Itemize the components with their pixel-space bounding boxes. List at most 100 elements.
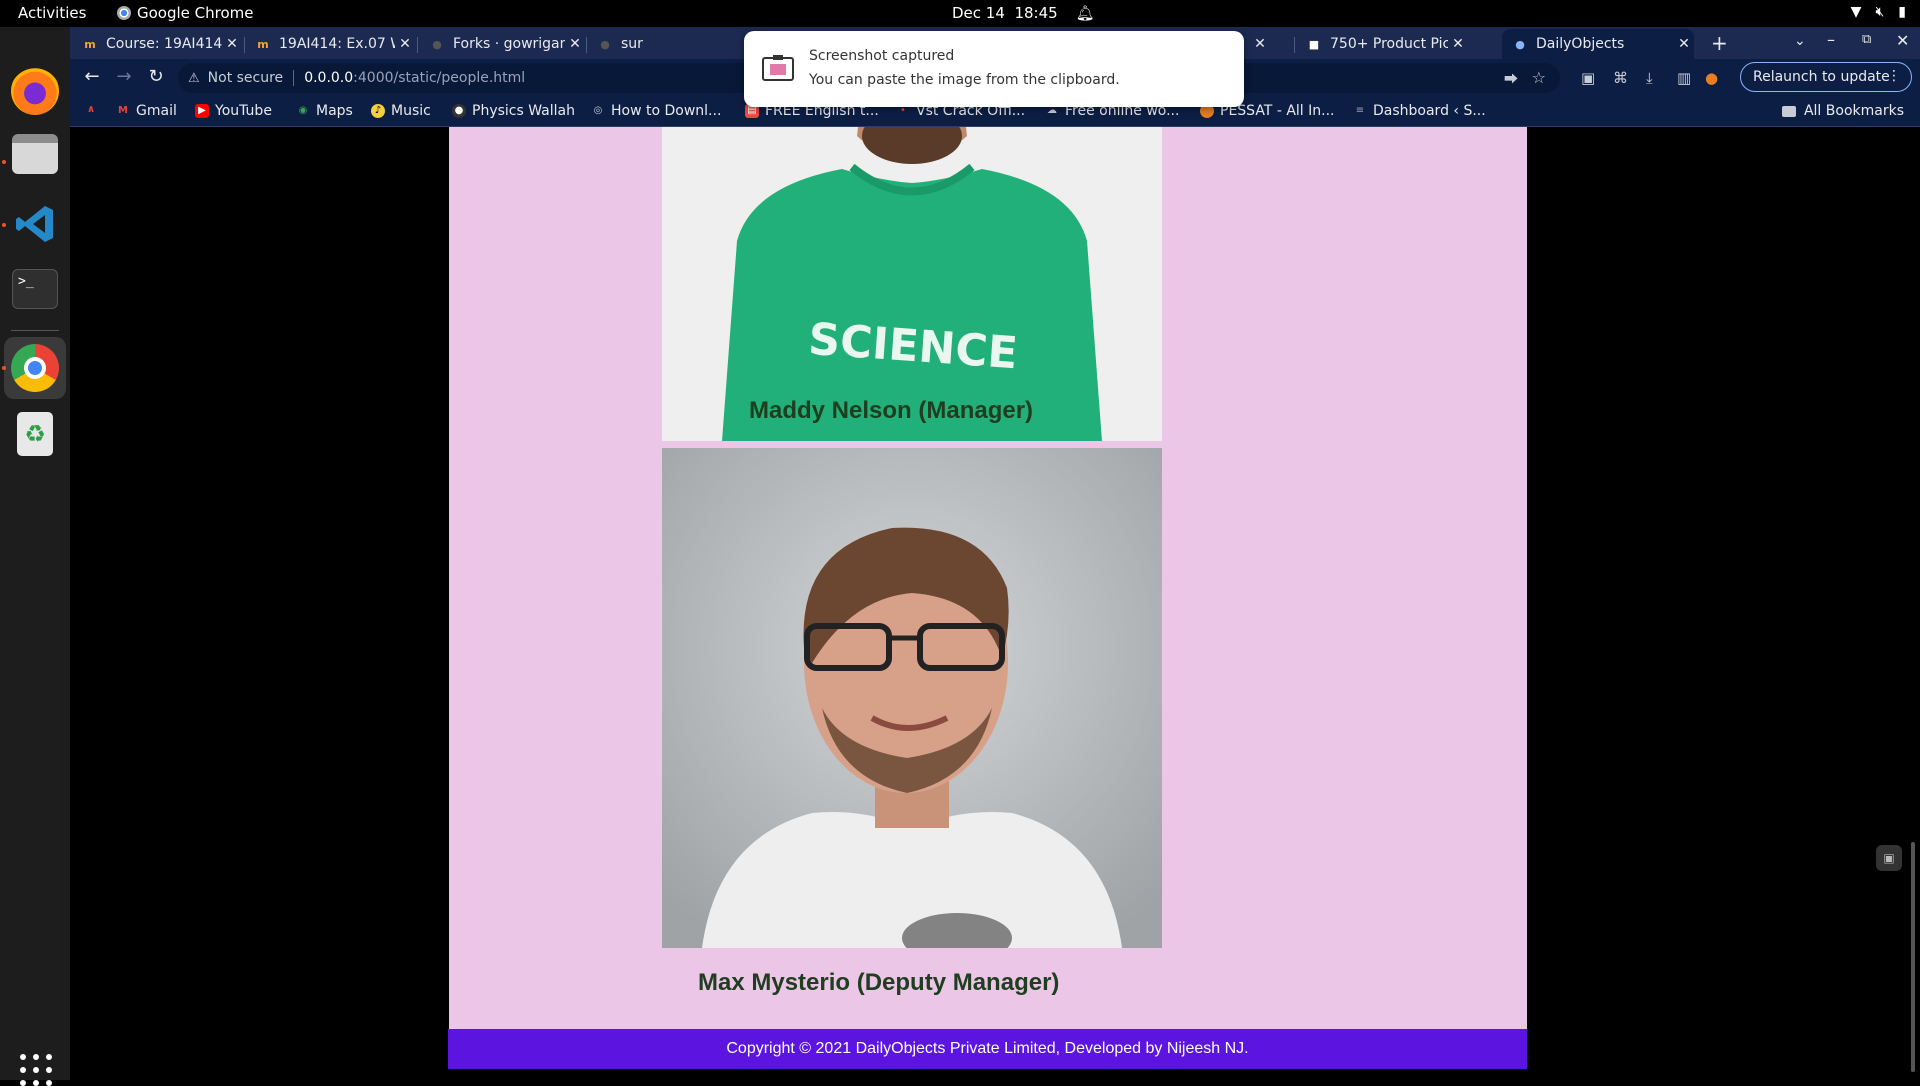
footer-text: Copyright © 2021 DailyObjects Private Li… (726, 1040, 1249, 1057)
all-bookmarks-label: All Bookmarks (1803, 103, 1904, 119)
screenshot-notification[interactable]: Screenshot captured You can paste the im… (744, 31, 1244, 107)
bookmark-music[interactable]: ♪ Music (371, 103, 431, 119)
avatar[interactable]: ● (1705, 69, 1718, 87)
security-label[interactable]: Not secure (208, 70, 284, 86)
side-widget-icon[interactable]: ▣ (1876, 845, 1902, 871)
moodle-icon: m (84, 37, 96, 51)
app-menu[interactable]: Google Chrome (117, 4, 254, 22)
clock-date: Dec 14 (952, 4, 1005, 22)
tab[interactable]: m 19AI414: Ex.07 Web ✕ (245, 29, 415, 59)
bookmark-how-to-download[interactable]: ◎ How to Downl... (591, 103, 722, 119)
terminal-icon[interactable]: >_ (12, 269, 58, 309)
relaunch-label: Relaunch to update (1753, 69, 1890, 85)
kebab-menu-icon[interactable]: ⋮ (1887, 68, 1901, 84)
bookmark-label: Gmail (136, 103, 177, 119)
share-icon[interactable]: ⮕ (1504, 69, 1518, 89)
music-icon: ♪ (371, 104, 385, 118)
bookmark-label: Maps (316, 103, 353, 119)
scrollbar[interactable] (1907, 127, 1920, 1080)
side-panel-icon[interactable]: ▥ (1677, 69, 1691, 87)
back-icon[interactable]: ← (80, 66, 104, 87)
warning-icon[interactable]: ⚠ (188, 71, 200, 86)
relaunch-button[interactable]: Relaunch to update ⋮ (1740, 62, 1912, 92)
apps-icon: ∧ (86, 104, 96, 115)
close-tab-icon[interactable]: ✕ (395, 36, 415, 52)
pw-icon: ● (452, 104, 466, 118)
bookmark-gmail[interactable]: M Gmail (116, 103, 177, 119)
chevron-down-icon[interactable]: ⌄ (1794, 33, 1806, 49)
gmail-icon: M (118, 105, 128, 116)
tab[interactable]: m Course: 19AI414-Fu ✕ (72, 29, 242, 59)
star-icon[interactable]: ☆ (1532, 68, 1546, 87)
bookmark-label: Physics Wallah (472, 103, 575, 119)
url-path: :4000/static/people.html (353, 70, 526, 86)
close-tab-icon[interactable]: ✕ (222, 36, 242, 52)
app-menu-label: Google Chrome (137, 4, 254, 22)
new-tab-icon[interactable]: + (1711, 31, 1728, 55)
chrome-window: m Course: 19AI414-Fu ✕ m 19AI414: Ex.07 … (70, 27, 1920, 1080)
url-host: 0.0.0.0 (304, 70, 354, 86)
download-icon[interactable]: ⤓ (1646, 69, 1653, 87)
github-icon: ● (432, 37, 442, 51)
globe-icon: ● (1515, 37, 1525, 51)
system-tray[interactable]: ▼ 🔇︎ ▮ (1851, 4, 1906, 20)
tab-title: Course: 19AI414-Fu (106, 36, 222, 52)
bell-icon: 🔔︎ (1075, 4, 1095, 22)
maximize-icon[interactable]: ⧉ (1862, 32, 1871, 47)
scroll-thumb[interactable] (1911, 842, 1915, 1072)
wifi-icon: ▼ (1850, 4, 1862, 20)
bookmark-label: Music (391, 103, 431, 119)
files-icon[interactable] (12, 134, 58, 174)
tab[interactable]: ● sur (587, 29, 657, 59)
page-footer: Copyright © 2021 DailyObjects Private Li… (448, 1029, 1527, 1069)
chrome-icon[interactable] (11, 344, 59, 392)
clock[interactable]: Dec 14 18:45 🔔︎ (952, 4, 1095, 22)
tab[interactable]: ■ 750+ Product Pictur ✕ (1296, 29, 1468, 59)
close-tab-icon[interactable]: ✕ (1250, 36, 1270, 52)
tab-title: DailyObjects (1536, 36, 1625, 52)
forward-icon[interactable]: → (112, 66, 136, 87)
running-indicator (2, 160, 6, 164)
bookmark-label: YouTube (215, 103, 272, 119)
volume-muted-icon: 🔇︎ (1875, 4, 1885, 20)
show-apps-icon[interactable] (20, 1054, 52, 1086)
screenshot-icon (762, 55, 794, 81)
tab-active[interactable]: ● DailyObjects ✕ (1502, 29, 1694, 59)
chrome-icon (117, 6, 131, 20)
close-tab-icon[interactable]: ✕ (1674, 36, 1694, 52)
tab-title: 750+ Product Pictur (1330, 36, 1448, 52)
tab-title: Forks · gowrigane (453, 36, 565, 52)
bookmark-apps[interactable]: ∧ (84, 103, 104, 117)
person-photo (662, 448, 1162, 948)
tab[interactable]: ● Forks · gowrigane ✕ (419, 29, 585, 59)
close-tab-icon[interactable]: ✕ (1448, 36, 1468, 52)
maps-icon: ◉ (298, 105, 308, 116)
folder-icon (1781, 105, 1796, 117)
vscode-icon[interactable] (11, 200, 59, 248)
puzzle-icon[interactable]: ⌘ (1613, 69, 1628, 87)
bookmark-physics-wallah[interactable]: ● Physics Wallah (452, 103, 575, 119)
moodle-icon: m (257, 37, 269, 51)
bookmark-label: How to Downl... (611, 103, 722, 119)
activities-button[interactable]: Activities (18, 4, 86, 22)
bookmark-youtube[interactable]: ▶ YouTube (195, 103, 272, 119)
tab-close-hidden[interactable]: ✕ (1250, 29, 1270, 59)
close-window-icon[interactable]: ✕ (1896, 31, 1909, 50)
minimize-icon[interactable]: – (1827, 30, 1835, 49)
person-name: Maddy Nelson (Manager) (749, 397, 1034, 424)
youtube-icon: ▶ (195, 104, 209, 118)
bookmark-dashboard[interactable]: ≡ Dashboard ‹ S... (1353, 103, 1486, 119)
page-viewport: SCIENCE Maddy Nelson (Manager) Max Myste… (70, 127, 1920, 1080)
firefox-icon[interactable] (11, 67, 59, 115)
page-content: SCIENCE Maddy Nelson (Manager) Max Myste… (449, 127, 1527, 1060)
bookmark-maps[interactable]: ◉ Maps (296, 103, 353, 119)
bookmark-label: Dashboard ‹ S... (1373, 103, 1486, 119)
trash-icon[interactable]: ♻ (17, 412, 53, 456)
all-bookmarks-button[interactable]: All Bookmarks (1781, 103, 1904, 119)
extension-icon[interactable]: ▣ (1581, 69, 1595, 87)
system-top-bar: Activities Google Chrome Dec 14 18:45 🔔︎… (0, 0, 1920, 27)
close-tab-icon[interactable]: ✕ (565, 36, 585, 52)
running-indicator (2, 366, 6, 370)
battery-icon: ▮ (1898, 4, 1906, 20)
reload-icon[interactable]: ↻ (144, 66, 168, 87)
